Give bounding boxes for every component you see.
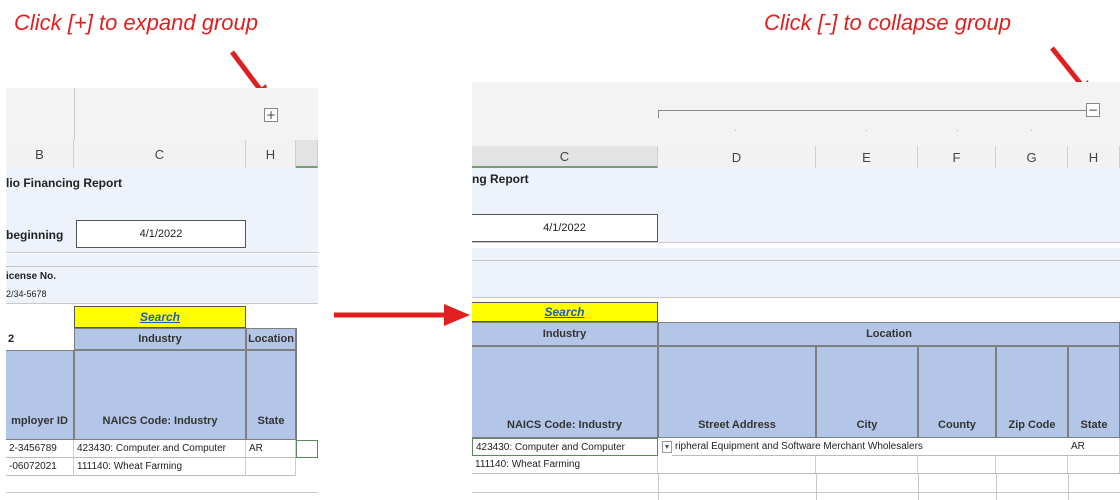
county-header: County	[918, 346, 996, 438]
state-header: State	[246, 350, 296, 440]
expand-group-button[interactable]: +	[264, 108, 278, 122]
location-header: Location	[658, 322, 1120, 346]
column-header-next[interactable]	[296, 140, 318, 168]
start-date-input[interactable]: 4/1/2022	[472, 214, 658, 242]
industry-header: Industry	[74, 328, 246, 350]
column-header-h[interactable]: H	[1068, 146, 1120, 168]
naics-cell[interactable]: 111140: Wheat Farming	[472, 456, 658, 474]
transition-arrow	[334, 304, 470, 326]
column-header-f[interactable]: F	[918, 146, 996, 168]
license-label: icense No.	[6, 267, 74, 285]
outline-bar	[472, 82, 1120, 146]
street-address-header: Street Address	[658, 346, 816, 438]
start-date-input[interactable]: 4/1/2022	[76, 220, 246, 248]
license-value: 2/34-5678	[6, 285, 74, 303]
column-header-c[interactable]: C	[74, 140, 246, 168]
column-header-e[interactable]: E	[816, 146, 918, 168]
column-header-h[interactable]: H	[246, 140, 296, 168]
column-header-c[interactable]: C	[472, 146, 658, 168]
collapsed-view-panel: + B C H lio Financing Report beginning 4…	[6, 88, 318, 500]
search-link[interactable]: Search	[74, 306, 246, 328]
group-bracket	[658, 110, 1086, 111]
state-cell[interactable]: AR	[1068, 438, 1120, 456]
employer-id-cell[interactable]: -06072021	[6, 458, 74, 476]
naics-header: NAICS Code: Industry	[472, 346, 658, 438]
state-cell[interactable]: AR	[246, 440, 296, 458]
report-title: ng Report	[472, 168, 1120, 214]
naics-cell[interactable]: 111140: Wheat Farming	[74, 458, 246, 476]
street-address-cell[interactable]: ripheral Equipment and Software Merchant…	[672, 438, 1068, 456]
naics-cell[interactable]: 423430: Computer and Computer	[74, 440, 246, 458]
column-header-d[interactable]: D	[658, 146, 816, 168]
state-header: State	[1068, 346, 1120, 438]
collapse-caption: Click [-] to collapse group	[764, 10, 1011, 35]
location-header: Location	[246, 328, 296, 350]
industry-header: Industry	[472, 322, 658, 346]
expand-caption: Click [+] to expand group	[14, 10, 258, 35]
city-header: City	[816, 346, 918, 438]
column-header-b[interactable]: B	[6, 140, 74, 168]
row-number-label: 2	[8, 333, 15, 345]
collapse-group-button[interactable]: −	[1086, 103, 1100, 117]
state-cell[interactable]	[1068, 456, 1120, 474]
dropdown-arrow-icon[interactable]: ▼	[662, 441, 672, 453]
employer-id-header: mployer ID	[6, 350, 74, 440]
employer-id-cell[interactable]: 2-3456789	[6, 440, 74, 458]
zip-code-header: Zip Code	[996, 346, 1068, 438]
naics-cell[interactable]: 423430: Computer and Computer	[472, 438, 658, 456]
expanded-view-panel: − · · · · C D E F G H ng Report 4/1/2022…	[472, 82, 1120, 500]
state-cell[interactable]	[246, 458, 296, 476]
report-title: lio Financing Report	[6, 168, 318, 218]
naics-header: NAICS Code: Industry	[74, 350, 246, 440]
beginning-label: beginning	[6, 218, 74, 252]
search-link[interactable]: Search	[472, 302, 658, 322]
column-header-g[interactable]: G	[996, 146, 1068, 168]
